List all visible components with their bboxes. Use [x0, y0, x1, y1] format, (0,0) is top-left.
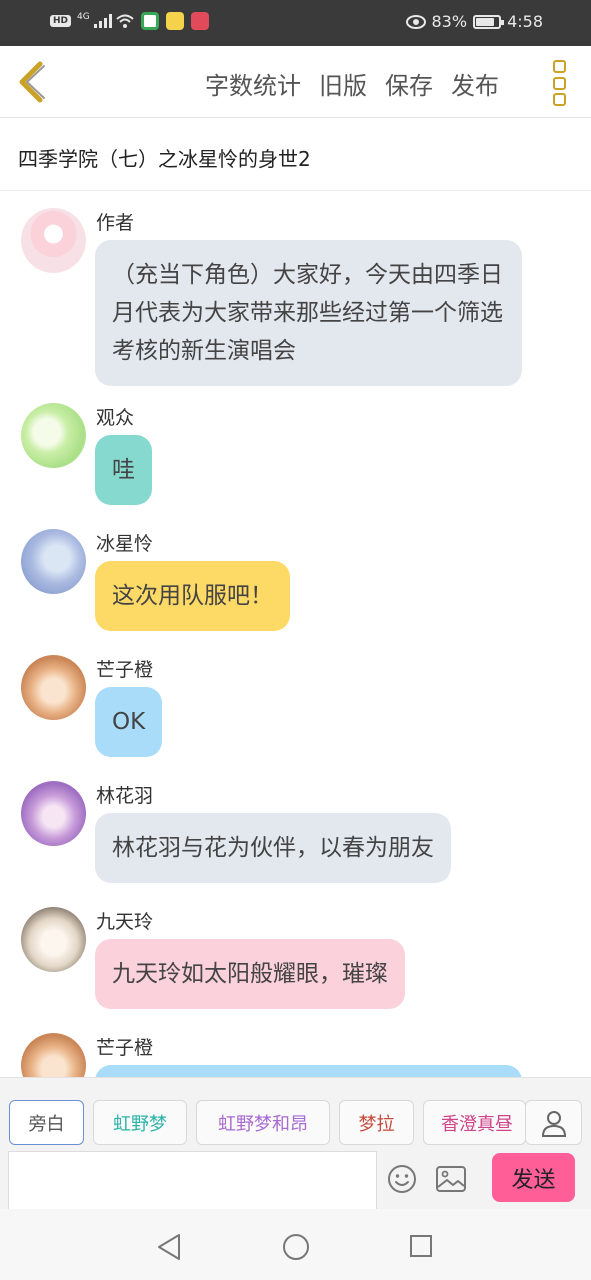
back-triangle-icon[interactable] [156, 1233, 182, 1261]
role-tab[interactable]: 虹野梦 [93, 1100, 187, 1145]
home-circle-icon[interactable] [282, 1233, 310, 1261]
top-bar: 字数统计 旧版 保存 发布 [0, 46, 591, 118]
wifi-icon [116, 14, 134, 28]
role-tab[interactable]: 虹野梦和昂 [196, 1100, 330, 1145]
story-title[interactable]: 四季学院（七）之冰星怜的身世2 [0, 119, 591, 191]
sender-name: 作者 [96, 212, 135, 234]
send-button[interactable]: 发送 [492, 1153, 575, 1202]
emoji-icon[interactable] [387, 1164, 417, 1194]
role-selector: 旁白 虹野梦 虹野梦和昂 梦拉 香澄真昼 [9, 1100, 526, 1145]
avatar[interactable] [21, 403, 86, 468]
save-button[interactable]: 保存 [385, 66, 433, 101]
message-bubble[interactable]: OK [95, 687, 163, 757]
battery-percent: 83% [431, 12, 468, 31]
composer: 旁白 虹野梦 虹野梦和昂 梦拉 香澄真昼 发送 [0, 1077, 591, 1209]
message-bubble[interactable]: 哇 [95, 435, 152, 505]
avatar[interactable] [21, 655, 86, 720]
image-icon[interactable] [436, 1166, 466, 1192]
hd-badge: HD [50, 15, 72, 27]
word-count-button[interactable]: 字数统计 [205, 66, 301, 101]
sender-name: 观众 [96, 407, 135, 429]
status-right: 83% 4:58 [405, 12, 543, 31]
chat-list[interactable]: 作者 （充当下角色）大家好，今天由四季日月代表为大家带来那些经过第一个筛选考核的… [0, 192, 591, 1077]
network-type: 4G [77, 12, 90, 22]
avatar[interactable] [21, 781, 86, 846]
signal-icon [93, 14, 112, 28]
role-tab[interactable]: 梦拉 [339, 1100, 414, 1145]
role-label: 旁白 [28, 1113, 65, 1135]
message-bubble[interactable]: 九天玲如太阳般耀眼，璀璨 [95, 939, 405, 1009]
role-label: 香澄真昼 [441, 1113, 513, 1135]
avatar[interactable] [21, 1033, 86, 1077]
publish-button[interactable]: 发布 [451, 66, 499, 101]
chevron-left-icon[interactable] [14, 60, 54, 104]
battery-fill [476, 17, 495, 26]
eye-icon [405, 14, 426, 29]
top-actions: 字数统计 旧版 保存 发布 [205, 66, 499, 101]
status-left: HD 4G [50, 12, 209, 30]
sender-name: 林花羽 [96, 785, 154, 807]
clock: 4:58 [507, 12, 543, 31]
status-bar: HD 4G 83% 4:58 [0, 0, 591, 46]
sender-name: 九天玲 [96, 911, 154, 933]
role-label: 虹野梦和昂 [218, 1113, 308, 1135]
message-bubble[interactable]: 林花羽与花为伙伴，以春为朋友 [95, 813, 451, 883]
sender-name: 冰星怜 [96, 533, 154, 555]
avatar[interactable] [21, 529, 86, 594]
role-tab[interactable]: 香澄真昼 [423, 1100, 526, 1145]
system-nav-bar [0, 1209, 591, 1280]
app-notification-icon [140, 12, 159, 30]
message-bubble[interactable]: （充当下角色）大家好，今天由四季日月代表为大家带来那些经过第一个筛选考核的新生演… [95, 240, 522, 386]
old-version-button[interactable]: 旧版 [319, 66, 367, 101]
person-icon[interactable] [525, 1100, 582, 1145]
recent-square-icon[interactable] [409, 1234, 433, 1258]
more-vertical-icon[interactable] [553, 60, 569, 106]
avatar[interactable] [21, 907, 86, 972]
avatar[interactable] [21, 208, 86, 273]
sender-name: 芒子橙 [96, 1037, 154, 1059]
role-tab[interactable]: 旁白 [9, 1100, 84, 1145]
message-input[interactable] [8, 1151, 377, 1209]
app-notification-icon [165, 12, 184, 30]
battery-icon [473, 14, 505, 29]
app-notification-icon [190, 12, 209, 30]
role-label: 梦拉 [358, 1113, 395, 1135]
role-label: 虹野梦 [113, 1113, 167, 1135]
message-bubble[interactable]: 这次用队服吧！ [95, 561, 290, 631]
message-bubble[interactable] [95, 1065, 522, 1077]
sender-name: 芒子橙 [96, 659, 154, 681]
